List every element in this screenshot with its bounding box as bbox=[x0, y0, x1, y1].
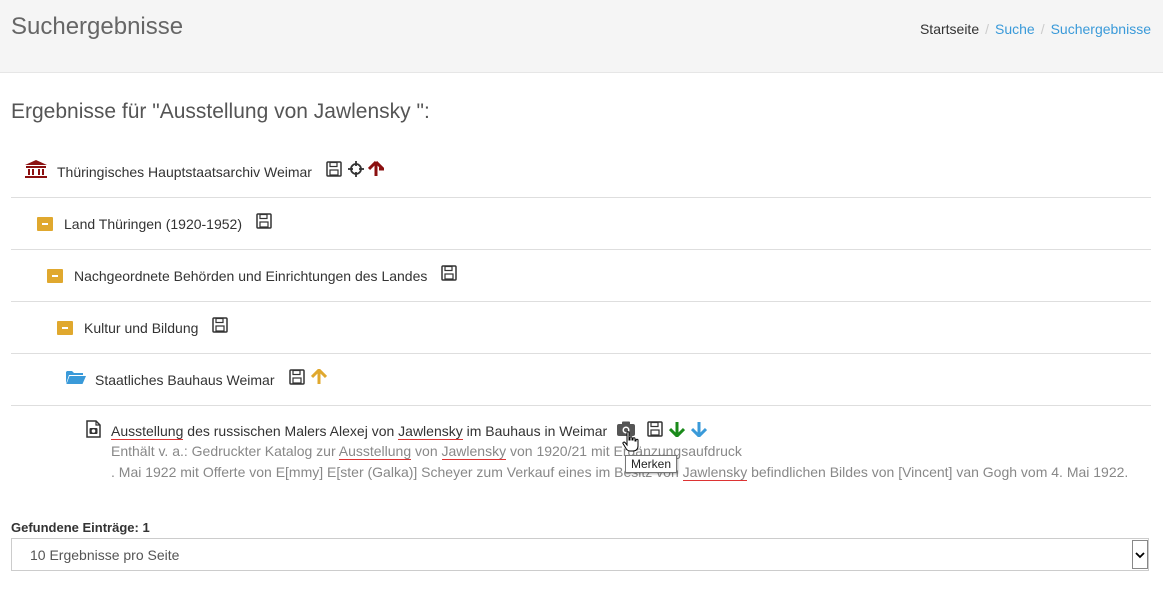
breadcrumb-home: Startseite bbox=[919, 21, 980, 37]
chevron-down-icon[interactable] bbox=[1132, 540, 1148, 569]
arrow-down-icon[interactable] bbox=[669, 421, 686, 442]
desc-part: von bbox=[411, 443, 442, 459]
desc-part: Ausstellung bbox=[338, 443, 412, 460]
result-title-part: Jawlensky bbox=[398, 423, 463, 440]
results-heading: Ergebnisse für "Ausstellung von Jawlensk… bbox=[11, 100, 430, 123]
tree-label-kultur[interactable]: Kultur und Bildung bbox=[84, 320, 198, 336]
result-title-link[interactable]: Ausstellung des russischen Malers Alexej… bbox=[111, 423, 608, 440]
result-title-part: Ausstellung bbox=[111, 423, 184, 440]
tree-row-kultur: Kultur und Bildung bbox=[11, 302, 1151, 354]
folder-open-icon bbox=[66, 370, 86, 390]
page-title: Suchergebnisse bbox=[11, 13, 184, 40]
breadcrumb-results-link[interactable]: Suchergebnisse bbox=[1051, 21, 1151, 37]
folder-closed-icon bbox=[47, 268, 63, 283]
tree-label-behoerden[interactable]: Nachgeordnete Behörden und Einrichtungen… bbox=[74, 268, 427, 284]
desc-part: Enthält v. a.: Gedruckter Katalog zur bbox=[111, 443, 339, 459]
found-entries-count: Gefundene Einträge: 1 bbox=[11, 520, 150, 535]
tree-row-bauhaus: Staatliches Bauhaus Weimar bbox=[11, 354, 1151, 406]
crosshair-icon[interactable] bbox=[347, 161, 364, 182]
tree-label-land[interactable]: Land Thüringen (1920-1952) bbox=[64, 216, 242, 232]
result-title-part: des russischen Malers Alexej von bbox=[183, 423, 399, 439]
desc-part: . Mai 1922 mit Offerte von E[mmy] E[ster… bbox=[111, 464, 683, 480]
folder-closed-icon bbox=[37, 216, 53, 231]
result-item: Ausstellung des russischen Malers Alexej… bbox=[86, 419, 1146, 483]
breadcrumb-separator: / bbox=[985, 21, 989, 37]
tree-row-land: Land Thüringen (1920-1952) bbox=[11, 198, 1151, 250]
arrow-down-icon[interactable] bbox=[691, 421, 708, 442]
breadcrumb-separator: / bbox=[1040, 21, 1045, 37]
save-icon[interactable] bbox=[288, 369, 305, 390]
document-photo-icon bbox=[86, 419, 101, 443]
archive-building-icon bbox=[25, 160, 47, 183]
tree-row-archive: Thüringisches Hauptstaatsarchiv Weimar bbox=[11, 146, 1151, 198]
page-header: Suchergebnisse Startseite / Suche / Sucherge… bbox=[0, 0, 1163, 73]
save-icon[interactable] bbox=[212, 317, 229, 338]
page-size-select[interactable]: 10 Ergebnisse pro Seite bbox=[11, 538, 1149, 571]
tooltip-merken: Merken bbox=[625, 455, 678, 473]
result-title-part: im Bauhaus in Weimar bbox=[462, 423, 608, 439]
breadcrumb-search-link[interactable]: Suche bbox=[995, 21, 1035, 37]
save-icon[interactable] bbox=[647, 420, 663, 442]
tree-label-archive[interactable]: Thüringisches Hauptstaatsarchiv Weimar bbox=[57, 164, 312, 180]
save-icon[interactable] bbox=[256, 213, 272, 234]
folder-closed-icon bbox=[57, 320, 73, 335]
hand-cursor-icon bbox=[622, 431, 640, 458]
desc-part: Jawlensky bbox=[441, 443, 507, 460]
desc-part: Jawlensky bbox=[682, 464, 748, 481]
tree-row-behoerden: Nachgeordnete Behörden und Einrichtungen… bbox=[11, 250, 1151, 302]
arrow-up-icon[interactable] bbox=[367, 160, 387, 182]
arrow-up-icon[interactable] bbox=[310, 367, 327, 390]
breadcrumb: Startseite / Suche / Suchergebnisse bbox=[920, 21, 1151, 37]
save-icon[interactable] bbox=[326, 161, 342, 182]
tree-label-bauhaus[interactable]: Staatliches Bauhaus Weimar bbox=[95, 372, 275, 388]
save-icon[interactable] bbox=[441, 265, 458, 286]
desc-part: befindlichen Bildes von [Vincent] van Go… bbox=[747, 464, 1129, 480]
page-size-select-value: 10 Ergebnisse pro Seite bbox=[30, 547, 180, 563]
